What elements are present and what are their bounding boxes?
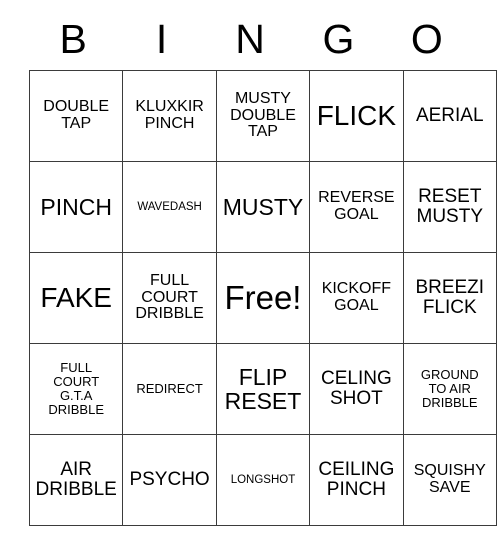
bingo-row: AIR DRIBBLE PSYCHO LONGSHOT CEILING PINC… [28, 434, 497, 526]
bingo-cell-label: FLIP RESET [224, 363, 302, 414]
bingo-row: DOUBLE TAP KLUXKIR PINCH MUSTY DOUBLE TA… [28, 70, 497, 162]
bingo-cell-o3[interactable]: BREEZI FLICK [402, 252, 497, 344]
bingo-cell-i5[interactable]: PSYCHO [122, 434, 217, 526]
bingo-cell-label: CEILING PINCH [318, 458, 395, 500]
bingo-cell-label: PSYCHO [129, 468, 210, 490]
bingo-cell-g5[interactable]: CEILING PINCH [309, 434, 404, 526]
bingo-cell-label: BREEZI FLICK [415, 276, 485, 318]
bingo-cell-o4[interactable]: GROUND TO AIR DRIBBLE [402, 343, 497, 435]
bingo-cell-label: WAVEDASH [137, 200, 202, 213]
bingo-header-letter-i: I [155, 15, 168, 62]
bingo-cell-o1[interactable]: AERIAL [402, 70, 497, 162]
bingo-cell-label: CELING SHOT [320, 367, 392, 409]
bingo-cell-label: FULL COURT G.T.A DRIBBLE [48, 360, 105, 417]
bingo-cell-label: RESET MUSTY [416, 185, 484, 227]
bingo-cell-g4[interactable]: CELING SHOT [309, 343, 404, 435]
bingo-cell-label: FLICK [316, 100, 397, 132]
bingo-cell-free[interactable]: Free! [215, 252, 311, 344]
bingo-cell-label: KLUXKIR PINCH [135, 98, 204, 132]
bingo-cell-label: Free! [224, 278, 302, 316]
bingo-header-letter-o: O [410, 15, 443, 62]
bingo-cell-label: AERIAL [415, 104, 484, 126]
bingo-cell-b1[interactable]: DOUBLE TAP [28, 70, 124, 162]
bingo-cell-b4[interactable]: FULL COURT G.T.A DRIBBLE [28, 343, 124, 435]
bingo-header-letter-b: B [59, 15, 87, 62]
bingo-cell-o2[interactable]: RESET MUSTY [402, 161, 497, 253]
bingo-cell-label: GROUND TO AIR DRIBBLE [420, 367, 479, 410]
bingo-cell-label: AIR DRIBBLE [35, 458, 117, 500]
bingo-cell-g3[interactable]: KICKOFF GOAL [309, 252, 404, 344]
bingo-cell-o5[interactable]: SQUISHY SAVE [402, 434, 497, 526]
bingo-cell-n2[interactable]: MUSTY [215, 161, 311, 253]
bingo-header-letter-n: N [235, 15, 265, 62]
bingo-cell-g1[interactable]: FLICK [309, 70, 404, 162]
bingo-cell-g2[interactable]: REVERSE GOAL [309, 161, 404, 253]
bingo-cell-label: FULL COURT DRIBBLE [135, 271, 204, 323]
bingo-row: FULL COURT G.T.A DRIBBLE REDIRECT FLIP R… [28, 343, 497, 435]
bingo-cell-n4[interactable]: FLIP RESET [215, 343, 311, 435]
bingo-cell-label: KICKOFF GOAL [321, 280, 392, 314]
bingo-row: FAKE FULL COURT DRIBBLE Free! KICKOFF GO… [28, 252, 497, 344]
bingo-cell-label: PINCH [40, 193, 112, 220]
bingo-cell-label: REDIRECT [136, 381, 203, 397]
bingo-row: PINCH WAVEDASH MUSTY REVERSE GOAL RESET … [28, 161, 497, 253]
bingo-cell-n5[interactable]: LONGSHOT [215, 434, 311, 526]
bingo-header: B I N G O [29, 8, 471, 70]
bingo-cell-label: MUSTY DOUBLE TAP [230, 89, 296, 141]
bingo-cell-label: FAKE [40, 282, 112, 314]
bingo-card: B I N G O DOUBLE TAP KLUXKIR PINCH MUSTY… [28, 8, 497, 526]
bingo-cell-b3[interactable]: FAKE [28, 252, 124, 344]
bingo-cell-label: REVERSE GOAL [318, 189, 395, 223]
bingo-cell-n1[interactable]: MUSTY DOUBLE TAP [215, 70, 311, 162]
bingo-grid: DOUBLE TAP KLUXKIR PINCH MUSTY DOUBLE TA… [28, 70, 497, 526]
bingo-cell-i1[interactable]: KLUXKIR PINCH [122, 70, 217, 162]
bingo-cell-i2[interactable]: WAVEDASH [122, 161, 217, 253]
bingo-cell-label: MUSTY [222, 193, 304, 220]
bingo-cell-label: LONGSHOT [230, 473, 296, 486]
bingo-cell-label: SQUISHY SAVE [413, 462, 486, 496]
bingo-cell-i4[interactable]: REDIRECT [122, 343, 217, 435]
bingo-cell-label: DOUBLE TAP [43, 98, 110, 132]
bingo-cell-b2[interactable]: PINCH [28, 161, 124, 253]
bingo-cell-i3[interactable]: FULL COURT DRIBBLE [122, 252, 217, 344]
bingo-cell-b5[interactable]: AIR DRIBBLE [28, 434, 124, 526]
bingo-header-letter-g: G [322, 15, 355, 62]
